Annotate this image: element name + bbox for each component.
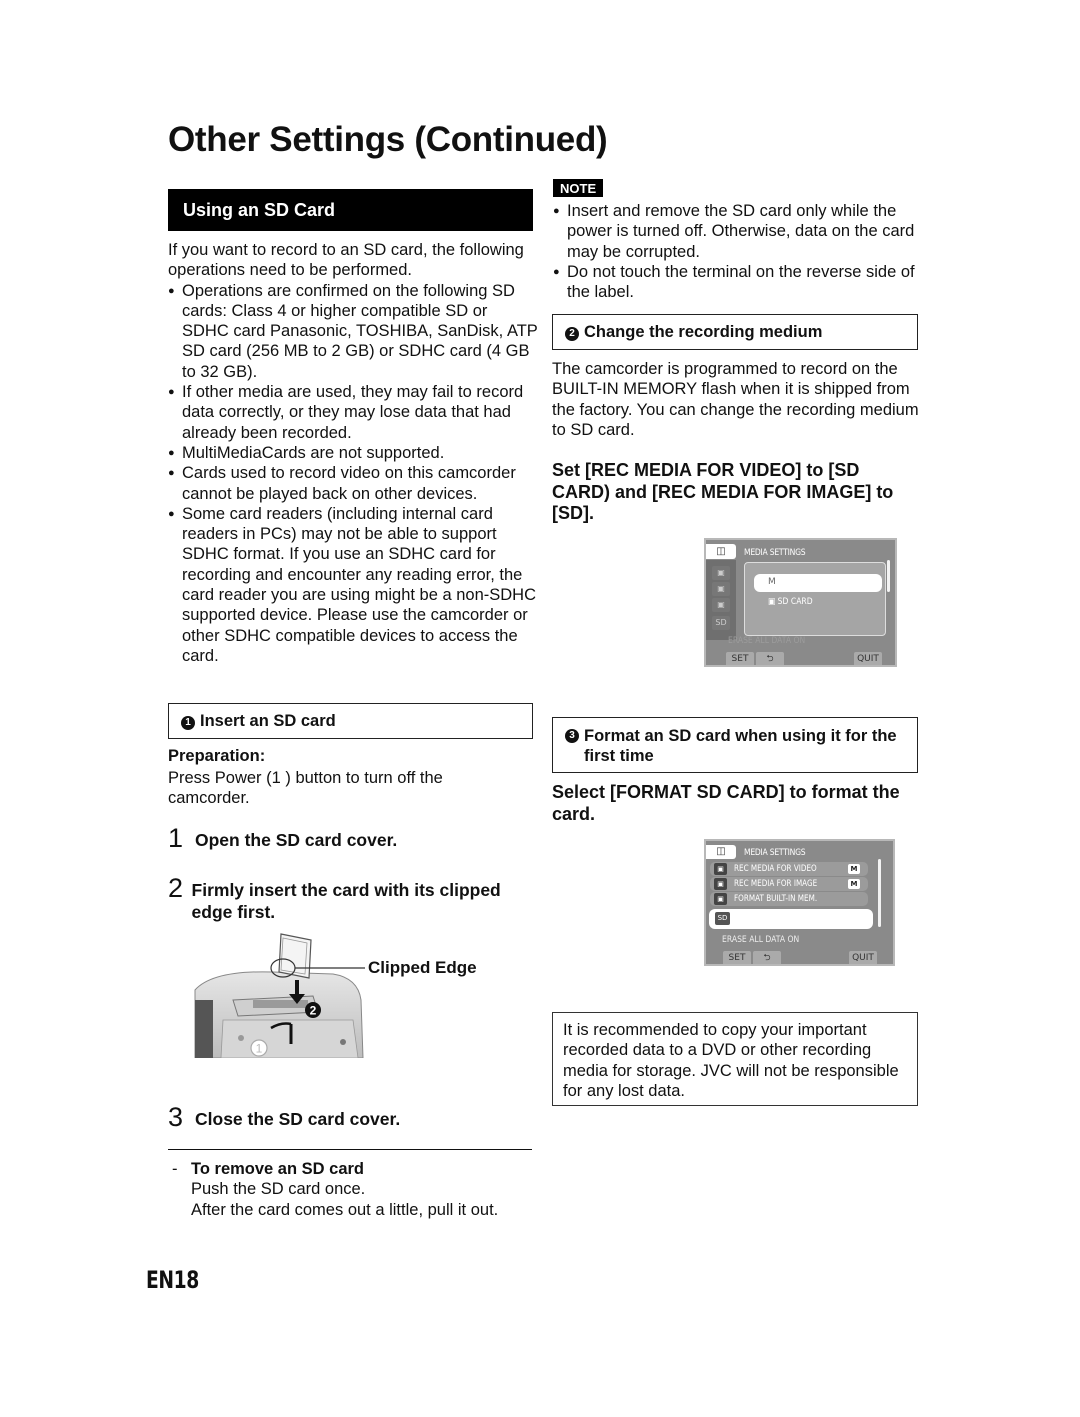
remove-line-2: After the card comes out a little, pull …: [191, 1200, 499, 1219]
insert-sd-card-heading: 1 Insert an SD card: [168, 703, 533, 739]
note-list: Insert and remove the SD card only while…: [553, 201, 918, 302]
lcd-title: MEDIA SETTINGS: [744, 848, 806, 858]
step-marker-1-icon: 1: [181, 716, 195, 730]
menu-row-format-built-in[interactable]: ▣ FORMAT BUILT-IN MEM.: [710, 892, 868, 906]
set-button[interactable]: SET: [723, 951, 751, 964]
lcd-screen-media-select: ◫ MEDIA SETTINGS ▣ ▣ ▣ SD ERASE ALL DATA…: [704, 538, 897, 667]
back-button[interactable]: ⮌: [756, 652, 784, 665]
clipped-edge-label: Clipped Edge: [368, 958, 477, 977]
row-label: FORMAT BUILT-IN MEM.: [734, 894, 818, 904]
step-number: 1: [168, 823, 184, 853]
set-rec-media-heading: Set [REC MEDIA FOR VIDEO] to [SD CARD) a…: [552, 460, 894, 523]
step-number: 2: [168, 873, 184, 903]
lcd-scrollbar[interactable]: [878, 859, 881, 927]
sd-format-icon: SD: [715, 912, 730, 925]
format-icon: ▣: [714, 893, 727, 905]
option-built-in-memory[interactable]: M: [754, 574, 882, 592]
change-recording-medium-heading: 2 Change the recording medium: [552, 314, 918, 350]
option-sd-card[interactable]: ▣ SD CARD: [768, 597, 813, 607]
option-label: M: [768, 577, 776, 587]
heading-label: Change the recording medium: [584, 323, 823, 341]
lcd-screen-media-settings: ◫ MEDIA SETTINGS ▣ REC MEDIA FOR VIDEO M…: [704, 839, 895, 966]
menu-row-rec-media-video[interactable]: ▣ REC MEDIA FOR VIDEO M: [710, 862, 868, 876]
quit-button[interactable]: QUIT: [849, 951, 877, 964]
media-badge: M: [848, 879, 860, 889]
format-sd-card-heading: 3 Format an SD card when using it for the…: [552, 717, 918, 773]
media-badge: M: [848, 864, 860, 874]
video-icon: ▣: [712, 566, 730, 580]
select-format-heading: Select [FORMAT SD CARD] to format the ca…: [552, 782, 900, 824]
quit-button[interactable]: QUIT: [854, 652, 882, 665]
list-item: Insert and remove the SD card only while…: [553, 201, 918, 262]
list-item: MultiMediaCards are not supported.: [168, 443, 538, 464]
marker-1-label: 1: [256, 1042, 263, 1056]
recording-medium-text: The camcorder is programmed to record on…: [552, 360, 919, 439]
video-icon: ▣: [714, 863, 727, 875]
dash-marker: -: [172, 1160, 178, 1178]
list-item: Operations are confirmed on the followin…: [168, 281, 538, 382]
media-settings-tab-icon: ◫: [706, 544, 736, 559]
remove-sd-card-block: - To remove an SD card Push the SD card …: [172, 1159, 537, 1220]
format-icon: ▣: [712, 598, 730, 612]
image-icon: ▣: [712, 582, 730, 596]
menu-row-format-sd-selected[interactable]: SD: [709, 909, 873, 929]
marker-2-label: 2: [310, 1004, 317, 1018]
intro-text: If you want to record to an SD card, the…: [168, 241, 524, 280]
slot-opening: [253, 1000, 308, 1008]
page-title: Other Settings (Continued): [168, 120, 608, 159]
list-item: Some card readers (including internal ca…: [168, 504, 538, 666]
lcd-title: MEDIA SETTINGS: [744, 548, 806, 558]
page-number: EN18: [146, 1266, 199, 1294]
image-icon: ▣: [714, 878, 727, 890]
backup-notice: It is recommended to copy your important…: [552, 1012, 918, 1106]
lcd-footer-text: ERASE ALL DATA ON: [722, 935, 800, 945]
option-label: SD CARD: [777, 597, 813, 607]
row-label: REC MEDIA FOR IMAGE: [734, 879, 818, 889]
list-item: Cards used to record video on this camco…: [168, 463, 538, 504]
media-settings-tab-icon: ◫: [706, 845, 736, 859]
remove-line-1: Push the SD card once.: [191, 1180, 366, 1199]
step-marker-3-icon: 3: [565, 729, 579, 743]
row-label: REC MEDIA FOR VIDEO: [734, 864, 817, 874]
lcd-background-text: ERASE ALL DATA ON: [728, 636, 806, 646]
menu-row-rec-media-image[interactable]: ▣ REC MEDIA FOR IMAGE M: [710, 877, 868, 891]
lcd-scrollbar[interactable]: [887, 560, 890, 592]
sd-card-insertion-illustration: 2 1: [194, 933, 365, 1058]
divider: [168, 1149, 532, 1150]
step-2: 2 Firmly insert the card with its clippe…: [168, 873, 538, 923]
sd-icon: SD: [712, 616, 730, 630]
step-text: Firmly insert the card with its clipped …: [191, 880, 501, 922]
step-text: Close the SD card cover.: [195, 1109, 401, 1129]
step-marker-2-icon: 2: [565, 327, 579, 341]
note-badge: NOTE: [553, 179, 604, 197]
step-1: 1 Open the SD card cover.: [168, 823, 398, 853]
heading-label: Format an SD card when using it for the …: [584, 727, 897, 765]
preparation-text: Press Power (1 ) button to turn off the …: [168, 769, 443, 808]
back-icon: ⮌: [766, 654, 774, 664]
step-text: Open the SD card cover.: [195, 830, 398, 850]
step-number: 3: [168, 1102, 184, 1132]
list-item: Do not touch the terminal on the reverse…: [553, 262, 918, 303]
remove-heading: To remove an SD card: [191, 1160, 365, 1178]
set-button[interactable]: SET: [726, 652, 754, 665]
section-header: Using an SD Card: [168, 189, 533, 231]
preparation-heading: Preparation:: [168, 747, 266, 765]
camcorder-strap: [195, 1000, 213, 1058]
back-icon: ⮌: [763, 953, 771, 963]
back-button[interactable]: ⮌: [753, 951, 781, 964]
requirements-list: Operations are confirmed on the followin…: [168, 281, 538, 667]
step-3: 3 Close the SD card cover.: [168, 1102, 401, 1132]
intro-block: If you want to record to an SD card, the…: [168, 240, 538, 666]
list-item: If other media are used, they may fail t…: [168, 382, 538, 443]
heading-label: Insert an SD card: [200, 712, 336, 730]
